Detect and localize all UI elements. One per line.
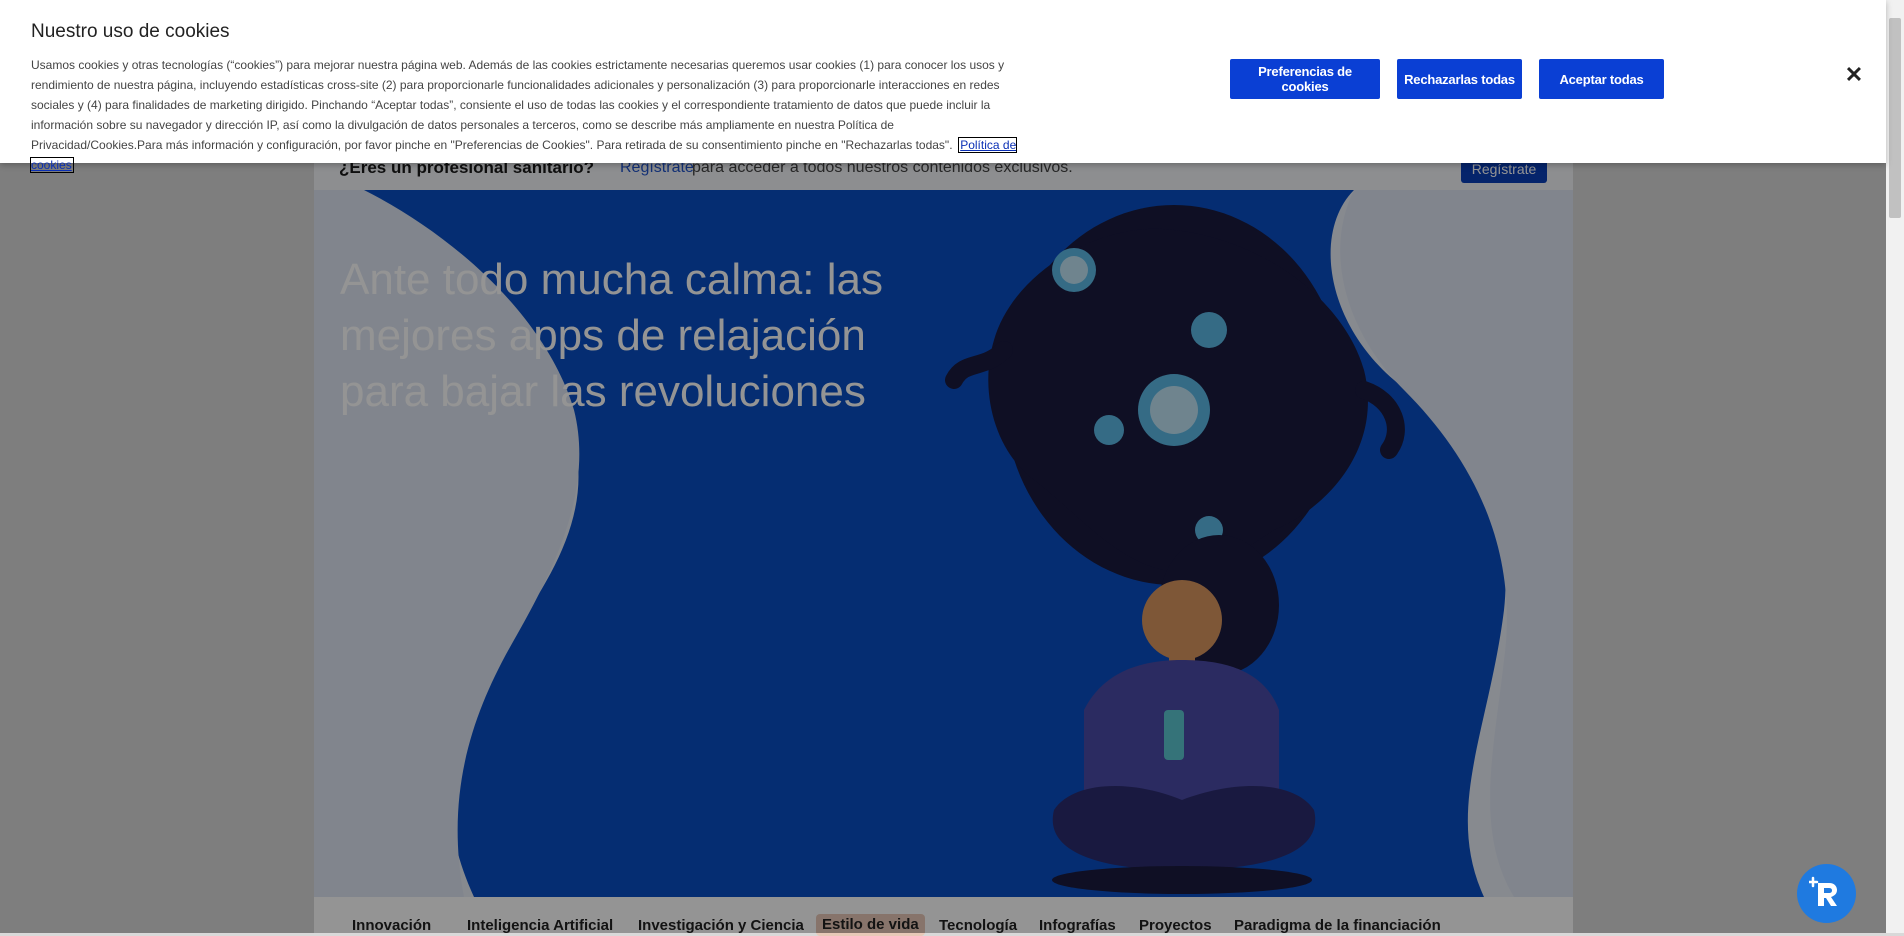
accept-all-button[interactable]: Aceptar todas: [1539, 59, 1664, 99]
assistant-icon: [1809, 876, 1837, 906]
assistant-button[interactable]: [1797, 864, 1856, 923]
cookie-banner-body: Usamos cookies y otras tecnologías (“coo…: [31, 58, 1005, 152]
cookie-banner-title: Nuestro uso de cookies: [31, 21, 230, 42]
cookie-preferences-button[interactable]: Preferencias de cookies: [1230, 59, 1380, 99]
close-icon[interactable]: ✕: [1844, 64, 1864, 86]
scrollbar-thumb[interactable]: [1889, 18, 1901, 218]
reject-all-button[interactable]: Rechazarlas todas: [1397, 59, 1522, 99]
cookie-banner: Nuestro uso de cookies Usamos cookies y …: [0, 0, 1886, 173]
cookie-banner-text: Usamos cookies y otras tecnologías (“coo…: [29, 55, 1021, 175]
scrollbar[interactable]: [1886, 0, 1904, 933]
